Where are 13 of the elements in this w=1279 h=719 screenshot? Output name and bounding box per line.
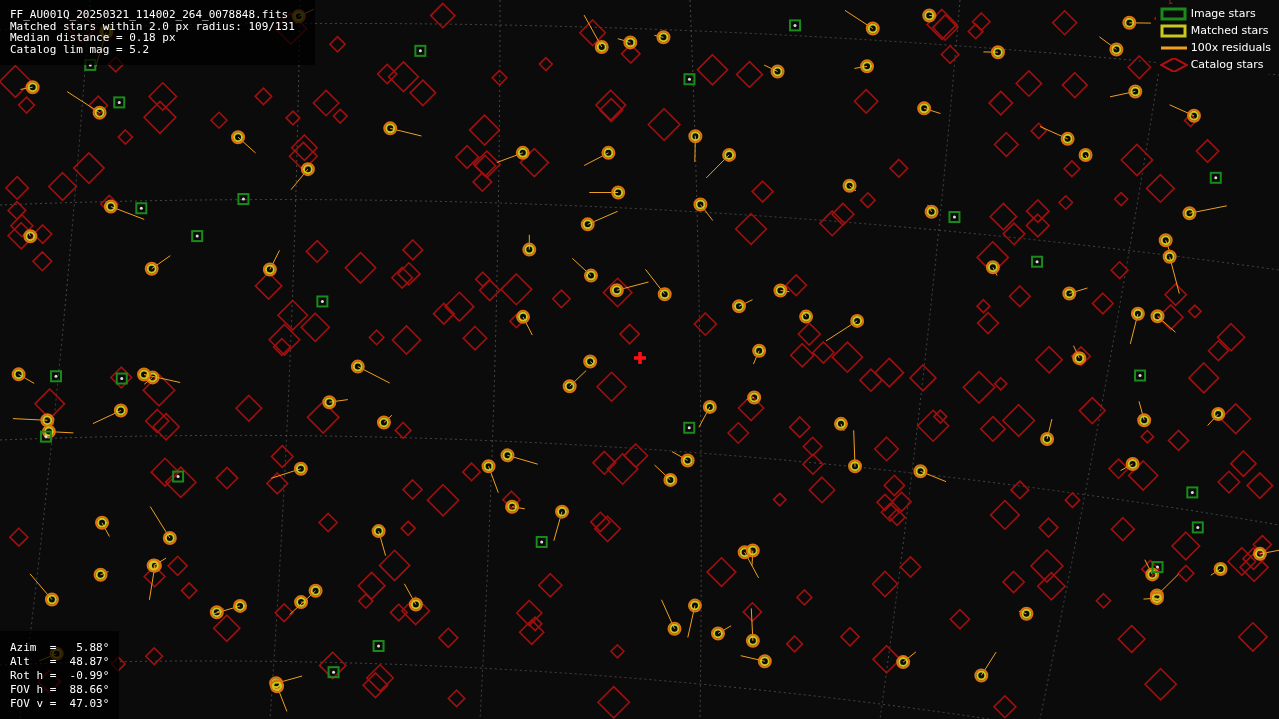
legend-label: 100x residuals [1190, 40, 1271, 55]
legend-label: Image stars [1190, 6, 1257, 21]
pointing-text: Azim = 5.88° [10, 641, 110, 655]
info-text: Catalog lim mag = 5.2 [10, 43, 151, 55]
info-text: FF_AU001Q_20250321_114002_264_0078848.fits [10, 9, 290, 21]
pointing-text: Rot h = -0.99° [10, 669, 110, 683]
info-text: Matched stars within 2.0 px radius: 109/131 [10, 20, 295, 32]
pointing-text: FOV v = 47.03° [10, 697, 110, 711]
legend-label: Matched stars [1190, 23, 1270, 38]
legend-label: Catalog stars [1190, 57, 1265, 72]
pointing-text: Alt = 48.87° [10, 655, 110, 669]
info-text: Median distance = 0.18 px [10, 32, 176, 44]
pointing-text: FOV h = 88.66° [10, 683, 110, 697]
